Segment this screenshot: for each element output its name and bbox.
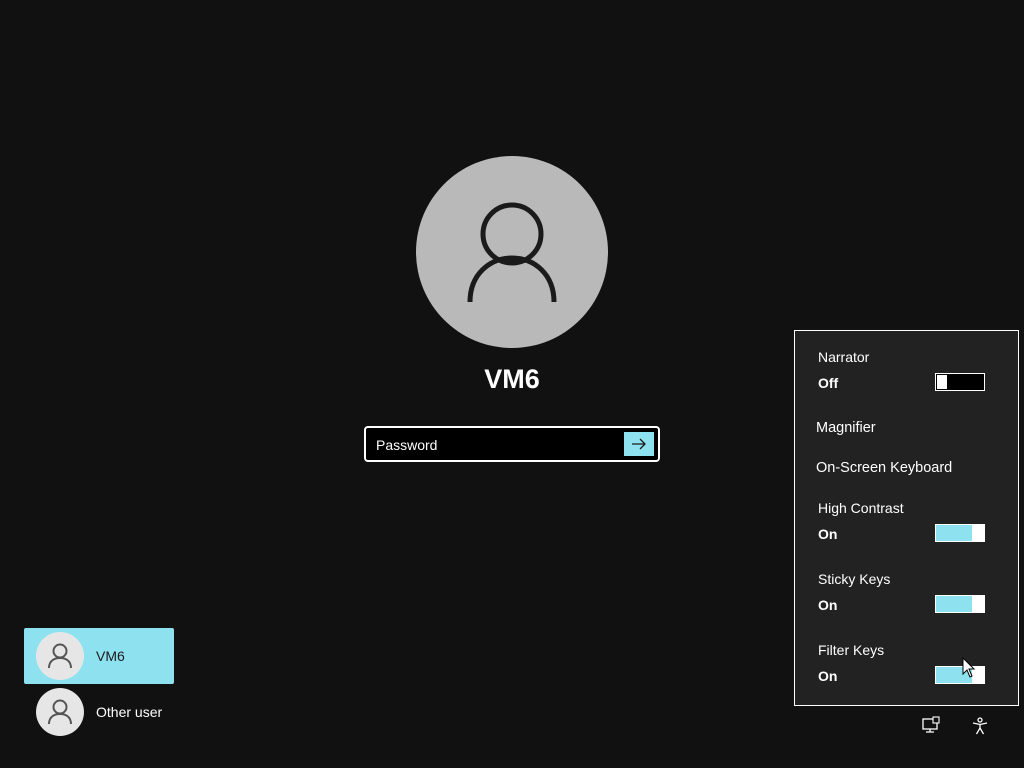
submit-button[interactable] [624,432,654,456]
accessibility-icon[interactable] [970,716,990,736]
sticky-keys-label: Sticky Keys [818,571,891,587]
arrow-right-icon [632,438,646,450]
user-avatar [416,156,608,348]
narrator-toggle[interactable] [935,373,985,391]
on-screen-keyboard-item[interactable]: On-Screen Keyboard [816,460,952,476]
user-tile-vm6[interactable]: VM6 [24,628,174,684]
user-avatar-small [36,632,84,680]
narrator-state: Off [818,375,839,391]
filter-keys-toggle[interactable] [935,666,985,684]
accessibility-flyout: Narrator Off Magnifier On-Screen Keyboar… [794,330,1019,706]
toggle-knob [972,525,984,541]
magnifier-item[interactable]: Magnifier [816,420,876,436]
username-label: VM6 [484,364,540,394]
toggle-knob [937,375,947,389]
lock-screen: VM6 VM6 Other user Narrator Off Magnifie… [0,0,1024,768]
user-tile-label: VM6 [96,648,125,664]
high-contrast-state: On [818,526,838,542]
user-avatar-small [36,688,84,736]
password-field[interactable] [364,426,660,462]
user-icon [48,643,72,669]
user-tile-label: Other user [96,704,163,720]
narrator-label: Narrator [818,349,870,365]
user-tile-other-user[interactable]: Other user [24,684,174,740]
high-contrast-toggle[interactable] [935,524,985,542]
mouse-cursor-icon [962,657,976,678]
toggle-knob [972,596,984,612]
user-icon [48,699,72,725]
password-input[interactable] [374,432,618,458]
sticky-keys-state: On [818,597,838,613]
network-icon[interactable] [921,716,941,736]
filter-keys-label: Filter Keys [818,642,885,658]
user-icon [467,202,557,303]
filter-keys-state: On [818,668,838,684]
sticky-keys-toggle[interactable] [935,595,985,613]
high-contrast-label: High Contrast [818,500,904,516]
